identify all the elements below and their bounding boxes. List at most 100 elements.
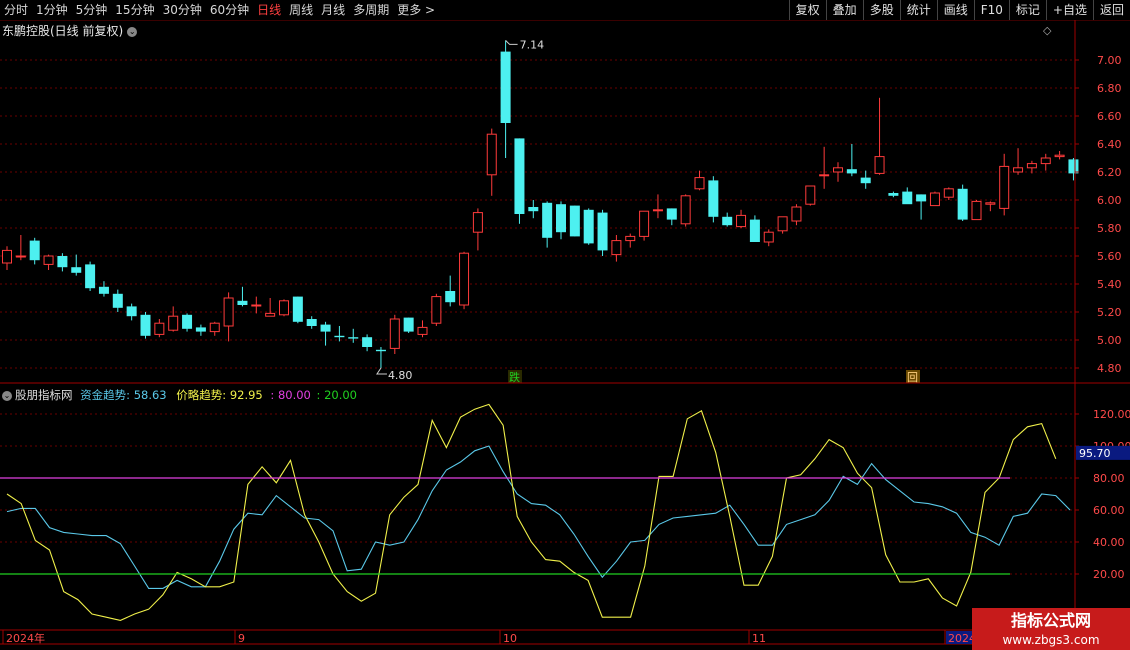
candle-body-68 bbox=[943, 188, 954, 198]
level-low-text: 20.00 bbox=[324, 388, 357, 402]
diamond-icon: ◇ bbox=[1043, 24, 1052, 37]
fund-trend-label: 资金趋势: bbox=[80, 388, 131, 402]
candle-body-55 bbox=[763, 231, 774, 243]
candle-body-75 bbox=[1040, 157, 1051, 165]
candle-body-9 bbox=[126, 306, 137, 317]
price-tick-label-10: 5.00 bbox=[1097, 334, 1122, 347]
candle-body-25 bbox=[348, 337, 359, 339]
candle-body-46 bbox=[639, 210, 650, 237]
ind-tick-label-5: 20.00 bbox=[1093, 568, 1125, 581]
candle-body-32 bbox=[445, 291, 456, 303]
candle-body-50 bbox=[694, 177, 705, 190]
watermark-line1: 指标公式网 bbox=[1010, 611, 1091, 630]
candle-body-64 bbox=[888, 193, 899, 196]
current-value-label: 95.70 bbox=[1079, 447, 1111, 460]
candle-body-74 bbox=[1026, 163, 1037, 169]
candle-body-18 bbox=[251, 304, 262, 307]
main-chart-title[interactable]: 东鹏控股(日线 前复权) ⌄ bbox=[2, 22, 138, 39]
ind-tick-label-3: 60.00 bbox=[1093, 504, 1125, 517]
candle-body-13 bbox=[182, 314, 193, 329]
candle-body-52 bbox=[722, 216, 733, 226]
candle-body-4 bbox=[57, 256, 68, 268]
candle-body-59 bbox=[819, 174, 830, 177]
candle-body-48 bbox=[666, 208, 677, 220]
price-trend-label: 价略趋势: bbox=[176, 388, 227, 402]
candle-body-28 bbox=[389, 318, 400, 349]
candle-body-30 bbox=[417, 326, 428, 335]
candle-body-5 bbox=[71, 267, 82, 273]
candle-body-66 bbox=[916, 194, 927, 202]
candle-body-16 bbox=[223, 297, 234, 327]
signal-label-0: 跌 bbox=[509, 370, 520, 384]
fund-trend-value: 58.63 bbox=[133, 388, 167, 402]
price-tick-label-11: 4.80 bbox=[1097, 362, 1122, 375]
candle-body-45 bbox=[625, 235, 636, 242]
candle-body-34 bbox=[472, 212, 483, 233]
candle-body-31 bbox=[431, 296, 442, 324]
level-high-value: : 80.00 bbox=[270, 388, 311, 402]
candle-body-17 bbox=[237, 300, 248, 305]
candle-body-23 bbox=[320, 324, 331, 332]
indicator-name: 股朋指标网 bbox=[15, 388, 73, 402]
candle-body-65 bbox=[902, 191, 913, 205]
date-label-0: 2024年 bbox=[6, 631, 45, 645]
high-label: 7.14 bbox=[520, 38, 545, 51]
candle-body-10 bbox=[140, 314, 151, 336]
level-low-value: : 20.00 bbox=[316, 388, 357, 402]
watermark-logo: 指标公式网 www.zbgs3.com bbox=[972, 608, 1130, 650]
indicator-lines bbox=[0, 403, 1071, 621]
candle-body-24 bbox=[334, 335, 345, 338]
stock-chart[interactable]: 7.14 4.80 跌 回 7.00 6.80 6.60 6.40 6.20 6.00 5.80 5… bbox=[0, 0, 1130, 650]
candlesticks: 7.14 4.80 跌 回 bbox=[2, 38, 1079, 384]
candle-body-38 bbox=[528, 207, 539, 212]
low-label: 4.80 bbox=[388, 369, 413, 382]
candle-body-62 bbox=[860, 177, 871, 184]
candle-body-14 bbox=[195, 327, 206, 332]
ind-tick-label-2: 80.00 bbox=[1093, 472, 1125, 485]
candle-body-19 bbox=[265, 312, 276, 317]
price-tick-label-4: 6.20 bbox=[1097, 166, 1122, 179]
price-tick-label-7: 5.60 bbox=[1097, 250, 1122, 263]
chevron-down-icon[interactable]: ⌄ bbox=[2, 390, 12, 401]
price-tick-label-9: 5.20 bbox=[1097, 306, 1122, 319]
price-tick-label-3: 6.40 bbox=[1097, 138, 1122, 151]
candle-body-3 bbox=[43, 255, 54, 265]
candle-body-21 bbox=[292, 296, 303, 322]
candle-body-54 bbox=[749, 219, 760, 242]
indicator-title[interactable]: ⌄ 股朋指标网 资金趋势: 58.63 价略趋势: 92.95 : 80.00 :… bbox=[2, 387, 357, 403]
chevron-down-icon[interactable]: ⌄ bbox=[127, 26, 138, 37]
candle-body-7 bbox=[98, 286, 109, 294]
candle-body-77 bbox=[1068, 159, 1079, 174]
candle-body-71 bbox=[985, 202, 996, 205]
candle-body-12 bbox=[168, 315, 179, 331]
candle-body-57 bbox=[791, 206, 802, 222]
candle-body-35 bbox=[486, 133, 497, 176]
candle-body-49 bbox=[680, 195, 691, 225]
candle-body-2 bbox=[29, 240, 40, 261]
level-high-text: 80.00 bbox=[277, 388, 311, 402]
candle-body-60 bbox=[833, 167, 843, 173]
candle-body-22 bbox=[306, 319, 317, 326]
candle-body-58 bbox=[805, 185, 816, 205]
candle-body-43 bbox=[597, 212, 608, 251]
candle-body-44 bbox=[611, 240, 622, 256]
price-tick-label-6: 5.80 bbox=[1097, 222, 1122, 235]
price-tick-label-1: 6.80 bbox=[1097, 82, 1122, 95]
date-label-1: 9 bbox=[238, 632, 245, 645]
low-marker bbox=[376, 367, 387, 375]
candle-body-72 bbox=[999, 165, 1010, 209]
candle-body-36 bbox=[500, 51, 511, 123]
candle-body-11 bbox=[154, 322, 165, 335]
candle-body-56 bbox=[777, 216, 788, 232]
date-label-2: 10 bbox=[503, 632, 517, 645]
candle-body-27 bbox=[375, 349, 386, 352]
candle-body-67 bbox=[929, 192, 940, 207]
candle-body-51 bbox=[708, 180, 719, 217]
high-marker bbox=[505, 40, 518, 45]
chart-title-text: 东鹏控股(日线 前复权) bbox=[2, 24, 124, 38]
candle-body-8 bbox=[112, 293, 123, 308]
fund-trend-line bbox=[6, 445, 1071, 589]
date-label-3: 11 bbox=[752, 632, 766, 645]
candle-body-53 bbox=[736, 214, 747, 228]
candle-body-42 bbox=[583, 209, 594, 244]
